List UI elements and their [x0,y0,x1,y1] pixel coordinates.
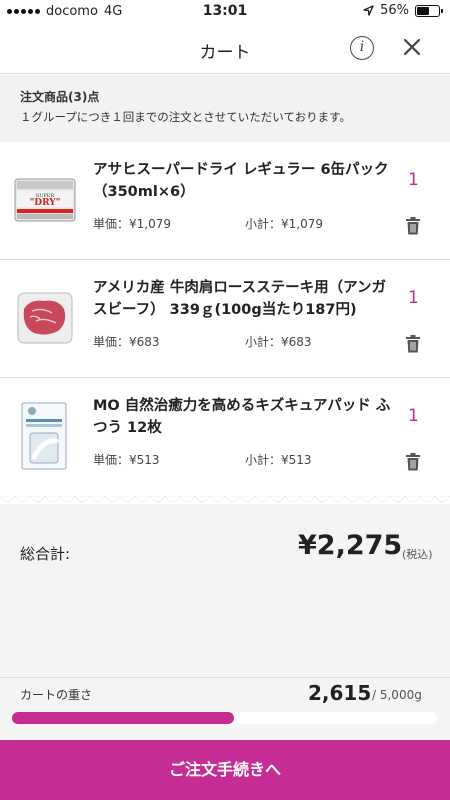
cart-weight-value: 2,615 [308,681,372,705]
notice-text: １グループにつき１回までの注文とさせていただいております。 [20,110,351,124]
cart-weight-fill [12,712,235,724]
scallop-path [0,496,450,503]
unit-price: 単価：¥513 [93,453,160,467]
unit-price: 単価：¥1,079 [93,217,171,231]
item-subtotal: 小計：¥683 [245,335,312,349]
tax-included-note: (税込) [402,548,433,561]
cart-weight-bar [12,712,437,724]
bandage-pad-image[interactable] [14,401,76,471]
item-subtotal: 小計：¥513 [245,453,312,467]
checkout-button[interactable]: ご注文手続きへ [0,740,450,800]
svg-text:"DRY": "DRY" [30,198,61,208]
beef-steak-image[interactable] [14,283,76,353]
battery-icon [415,4,443,17]
grand-total-amount: ¥2,275 [298,530,403,561]
cart-item: SUPER "DRY" アサヒスーパードライ レギュラー 6缶パック （350m… [0,143,450,260]
trash-icon[interactable] [405,217,421,235]
info-icon[interactable]: i [350,36,374,60]
beer-pack-image[interactable]: SUPER "DRY" [14,165,76,235]
cart-item: MO 自然治癒力を高めるキズキュアパッド ふつう 12枚 単価：¥513 小計：… [0,379,450,496]
status-right: 56% [363,3,443,18]
grand-total-label: 総合計: [20,545,71,563]
divider [0,677,450,678]
cart-item: アメリカ産 牛肉肩ロースステーキ用（アンガスビーフ） 339ｇ(100g当たり1… [0,261,450,378]
battery-percent: 56% [380,3,409,18]
battery-fill [417,6,429,15]
quantity-value[interactable]: 1 [408,170,419,190]
location-icon [363,5,374,16]
item-name[interactable]: アメリカ産 牛肉肩ロースステーキ用（アンガスビーフ） 339ｇ(100g当たり1… [93,277,393,321]
header: カート i [0,24,450,74]
item-name[interactable]: アサヒスーパードライ レギュラー 6缶パック （350ml×6） [93,159,393,203]
trash-icon[interactable] [405,335,421,353]
status-bar: docomo 4G 13:01 56% [0,0,450,24]
item-name[interactable]: MO 自然治癒力を高めるキズキュアパッド ふつう 12枚 [93,395,393,439]
unit-price: 単価：¥683 [93,335,160,349]
page-title: カート [199,43,251,63]
order-notice: 注文商品(3)点 １グループにつき１回までの注文とさせていただいております。 [0,75,450,142]
quantity-value[interactable]: 1 [408,406,419,426]
close-icon[interactable] [401,36,423,58]
cart-weight-max: / 5,000g [372,688,422,702]
quantity-value[interactable]: 1 [408,288,419,308]
trash-icon[interactable] [405,453,421,471]
scalloped-edge [0,496,450,503]
item-subtotal: 小計：¥1,079 [245,217,323,231]
cart-weight-label: カートの重さ [20,688,93,702]
notice-title: 注文商品(3)点 [20,90,100,104]
